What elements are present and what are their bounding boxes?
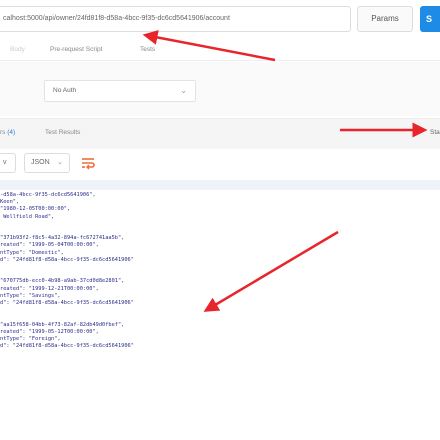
response-body: -d58a-4bcc-9f35-dc6cd5641906", Keen", "1… — [0, 180, 440, 440]
request-url-input[interactable]: calhost:5000/api/owner/24fd81f8-d58a-4bc… — [0, 6, 351, 32]
auth-type-value: No Auth — [53, 87, 77, 94]
chevron-down-icon: ⌄ — [180, 86, 187, 95]
request-tabs: Body Pre-request Script Tests — [0, 46, 440, 60]
view-mode-button[interactable]: v — [0, 153, 16, 173]
wrap-lines-icon[interactable] — [80, 155, 96, 171]
format-select[interactable]: JSON ⌄ — [24, 153, 70, 173]
tab-test-results[interactable]: Test Results — [45, 129, 80, 136]
params-button[interactable]: Params — [357, 6, 413, 32]
tab-headers-label: rs — [0, 129, 6, 136]
auth-type-select[interactable]: No Auth ⌄ — [44, 80, 196, 102]
chevron-down-icon: ⌄ — [57, 159, 63, 166]
tab-tests[interactable]: Tests — [140, 46, 155, 53]
highlighted-line — [0, 180, 440, 190]
tab-body[interactable]: Body — [10, 46, 25, 53]
response-json: -d58a-4bcc-9f35-dc6cd5641906", Keen", "1… — [0, 192, 134, 350]
format-select-value: JSON — [31, 159, 50, 166]
divider — [0, 60, 440, 61]
tab-headers[interactable]: rs (4) — [0, 129, 15, 136]
send-button[interactable]: S — [420, 6, 440, 32]
tab-headers-count: (4) — [7, 129, 16, 136]
tab-prerequest-script[interactable]: Pre-request Script — [50, 46, 102, 53]
status-label: Sta — [430, 129, 440, 136]
